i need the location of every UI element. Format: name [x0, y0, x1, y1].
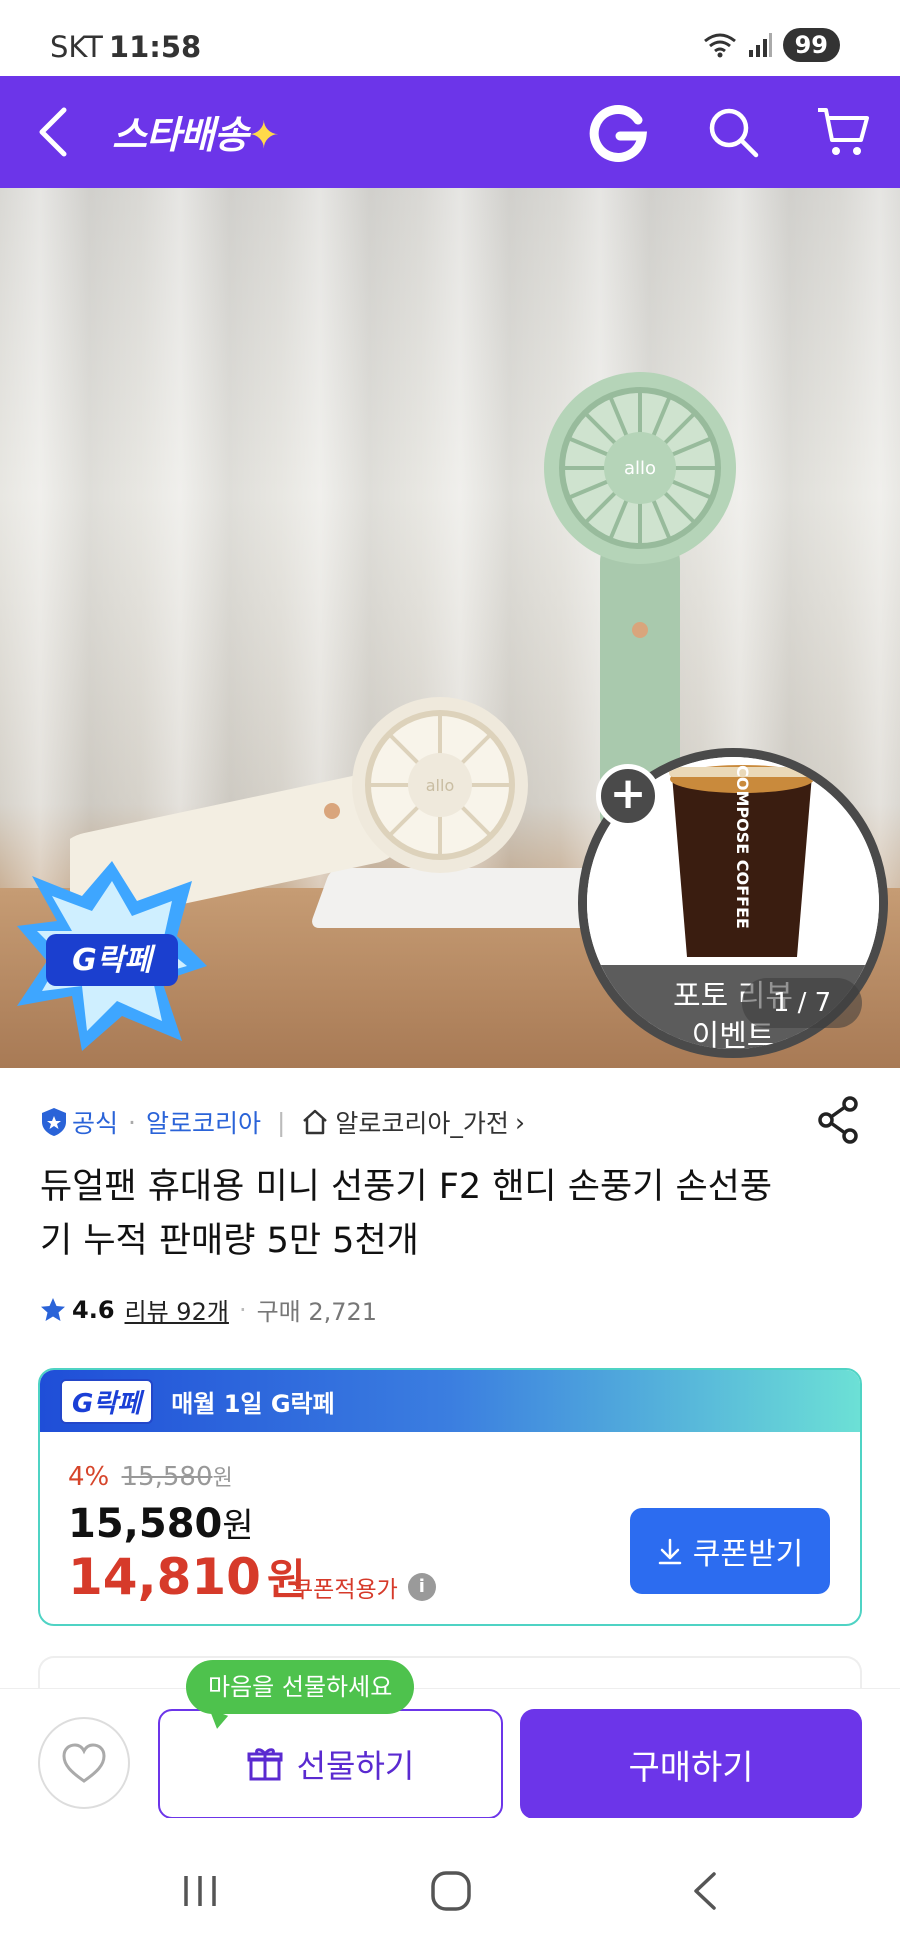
- heart-icon: [62, 1743, 106, 1783]
- home-store-icon: [303, 1109, 328, 1135]
- status-carrier: SKT 11:58: [50, 30, 201, 64]
- gift-icon: [247, 1748, 283, 1781]
- coupon-price: 14,810 원: [68, 1546, 306, 1607]
- price-card: G락페 매월 1일 G락페 4% 15,580원 15,580원 14,810 원…: [38, 1368, 862, 1626]
- separator-bar: |: [276, 1107, 286, 1137]
- search-icon[interactable]: [705, 104, 761, 160]
- signal-icon: [748, 33, 772, 57]
- sparkle-icon: ✦: [247, 113, 280, 157]
- download-icon: [658, 1538, 682, 1565]
- brand-logo[interactable]: 스타배송✦: [112, 104, 280, 159]
- seller-row: 공식 · 알로코리아 | 알로코리아_가전 ›: [40, 1096, 860, 1144]
- reviews-link[interactable]: 리뷰 92개: [125, 1292, 229, 1327]
- svg-text:COMPOSE COFFEE: COMPOSE COFFEE: [733, 765, 752, 929]
- info-icon[interactable]: i: [407, 1573, 436, 1601]
- coupon-price-value: 14,810: [68, 1548, 261, 1606]
- system-navigation-bar: [0, 1818, 900, 1950]
- chevron-right-icon: ›: [514, 1107, 525, 1137]
- cart-icon[interactable]: [815, 104, 871, 160]
- separator-dot: ·: [238, 1295, 247, 1324]
- coupon-applied-label: 쿠폰적용가 i: [292, 1570, 436, 1604]
- purchase-count: 구매 2,721: [256, 1298, 378, 1326]
- share-icon[interactable]: [816, 1096, 860, 1144]
- svg-text:G락페: G락페: [72, 943, 156, 978]
- wifi-icon: [703, 33, 736, 58]
- gift-button-label: 선물하기: [296, 1747, 415, 1785]
- battery-indicator: 99: [782, 28, 840, 62]
- image-pager: 1 / 7: [742, 978, 862, 1028]
- original-price: 15,580: [121, 1462, 213, 1492]
- recent-apps-icon[interactable]: [180, 1874, 220, 1908]
- back-icon[interactable]: [690, 1870, 720, 1912]
- original-price-unit: 원: [212, 1466, 233, 1491]
- plus-icon[interactable]: +: [596, 764, 660, 828]
- get-coupon-label: 쿠폰받기: [692, 1537, 804, 1572]
- product-title: 듀얼팬 휴대용 미니 선풍기 F2 핸디 손풍기 손선풍기 누적 판매량 5만 …: [40, 1167, 773, 1261]
- status-bar: SKT 11:58 99: [0, 0, 900, 76]
- carrier-name: SKT: [50, 30, 103, 64]
- svg-text:allo: allo: [624, 458, 656, 479]
- sale-price-unit: 원: [222, 1506, 254, 1546]
- top-app-bar: 스타배송✦: [0, 76, 900, 188]
- discount-percent: 4%: [68, 1462, 110, 1492]
- star-icon: [41, 1297, 65, 1321]
- g-rockfest-mini-badge: G락페: [60, 1378, 154, 1424]
- wishlist-button[interactable]: [38, 1717, 130, 1809]
- get-coupon-button[interactable]: 쿠폰받기: [630, 1508, 830, 1594]
- store-link[interactable]: 알로코리아_가전 ›: [301, 1104, 525, 1140]
- svg-text:allo: allo: [426, 776, 454, 795]
- rating-row: 4.6 리뷰 92개 · 구매 2,721: [40, 1292, 377, 1327]
- separator-dot: ·: [128, 1107, 136, 1137]
- sale-price-value: 15,580: [68, 1501, 223, 1547]
- back-arrow-icon[interactable]: [34, 104, 74, 160]
- bottom-action-bar: 선물하기 구매하기: [0, 1688, 900, 1819]
- status-icons: 99: [703, 28, 840, 62]
- promo-banner: G락페 매월 1일 G락페: [40, 1370, 860, 1432]
- home-icon[interactable]: [430, 1870, 472, 1912]
- gift-tooltip: 마음을 선물하세요: [186, 1660, 415, 1714]
- g-rockfest-badge-icon: G락페: [17, 861, 207, 1051]
- official-label: 공식: [72, 1109, 119, 1138]
- buy-button[interactable]: 구매하기: [520, 1709, 862, 1819]
- discount-line: 4% 15,580원: [68, 1460, 233, 1492]
- brand-text: 스타배송: [112, 113, 249, 157]
- rating-score: 4.6: [72, 1295, 115, 1324]
- buy-button-label: 구매하기: [628, 1747, 754, 1788]
- seller-name-link[interactable]: 알로코리아: [146, 1104, 261, 1140]
- promo-banner-label: 매월 1일 G락페: [171, 1389, 335, 1418]
- store-name: 알로코리아_가전: [335, 1109, 509, 1138]
- sale-price: 15,580원: [68, 1498, 254, 1547]
- coupon-applied-text: 쿠폰적용가: [292, 1577, 398, 1603]
- gmarket-g-icon[interactable]: [588, 102, 648, 162]
- status-time: 11:58: [108, 30, 202, 64]
- official-shield-icon: [42, 1108, 66, 1136]
